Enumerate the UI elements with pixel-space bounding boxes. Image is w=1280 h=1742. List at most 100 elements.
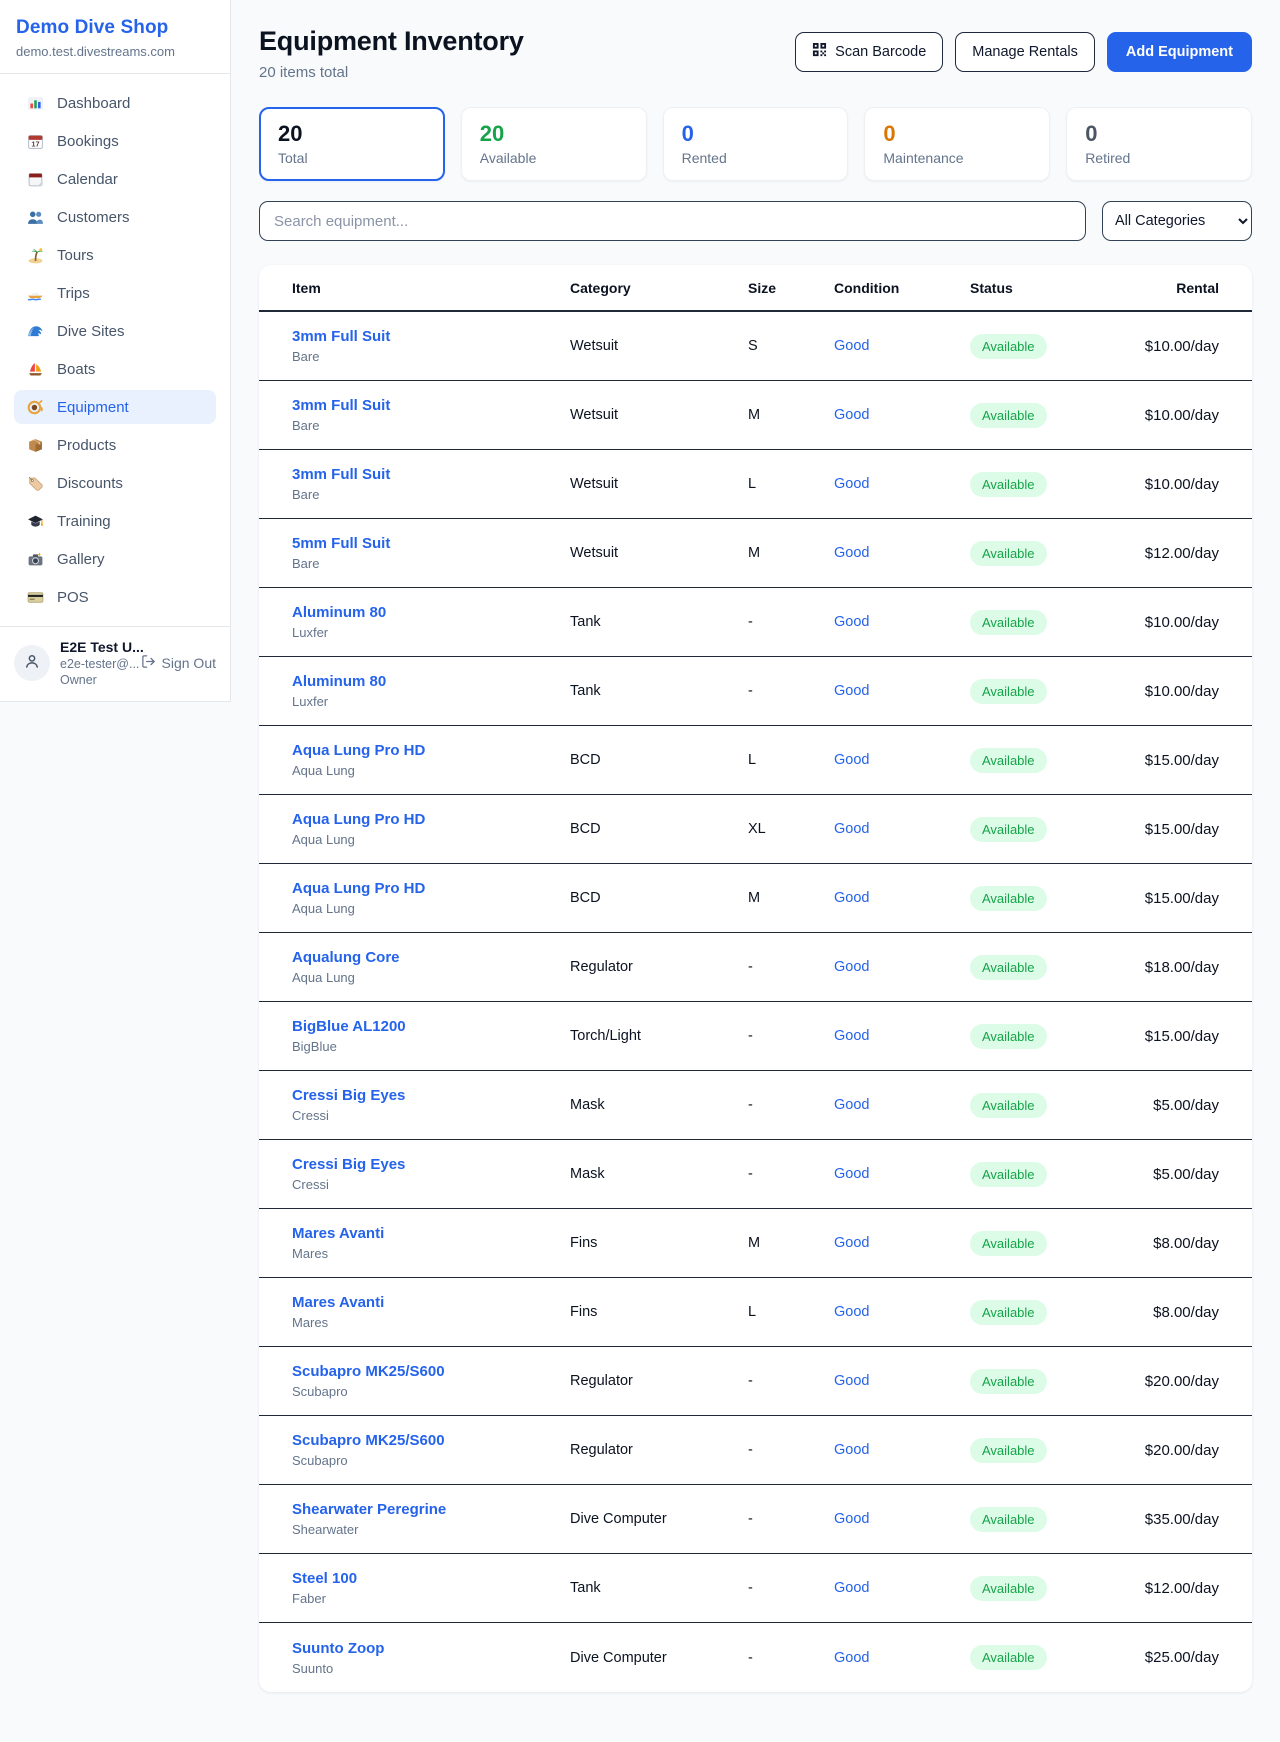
- item-name-link[interactable]: Scubapro MK25/S600: [292, 1363, 570, 1380]
- rental-cell: $10.00/day: [1112, 683, 1219, 700]
- rental-cell: $12.00/day: [1112, 1580, 1219, 1597]
- status-badge: Available: [970, 541, 1047, 566]
- condition-link[interactable]: Good: [834, 1235, 970, 1251]
- sidebar-item-products[interactable]: Products: [14, 428, 216, 462]
- stat-card-retired[interactable]: 0 Retired: [1066, 107, 1252, 181]
- item-name-link[interactable]: 3mm Full Suit: [292, 397, 570, 414]
- scan-barcode-button[interactable]: Scan Barcode: [795, 32, 943, 72]
- credit-card-icon: [26, 588, 44, 606]
- condition-link[interactable]: Good: [834, 1650, 970, 1666]
- barcode-scan-icon: [812, 42, 827, 62]
- condition-link[interactable]: Good: [834, 821, 970, 837]
- search-input[interactable]: [259, 201, 1086, 241]
- item-brand: Aqua Lung: [292, 763, 570, 778]
- condition-link[interactable]: Good: [834, 1097, 970, 1113]
- bar-chart-icon: [26, 94, 44, 112]
- sidebar-item-pos[interactable]: POS: [14, 580, 216, 614]
- condition-link[interactable]: Good: [834, 1442, 970, 1458]
- condition-link[interactable]: Good: [834, 1166, 970, 1182]
- logout-icon: [141, 654, 156, 672]
- sidebar-item-dive-sites[interactable]: Dive Sites: [14, 314, 216, 348]
- sidebar-item-trips[interactable]: Trips: [14, 276, 216, 310]
- item-name-link[interactable]: Aqualung Core: [292, 949, 570, 966]
- condition-link[interactable]: Good: [834, 476, 970, 492]
- stat-card-rented[interactable]: 0 Rented: [663, 107, 849, 181]
- rental-cell: $10.00/day: [1112, 407, 1219, 424]
- add-equipment-button[interactable]: Add Equipment: [1107, 32, 1252, 72]
- status-badge: Available: [970, 955, 1047, 980]
- condition-link[interactable]: Good: [834, 752, 970, 768]
- sidebar-item-training[interactable]: Training: [14, 504, 216, 538]
- condition-link[interactable]: Good: [834, 1580, 970, 1596]
- sidebar-item-calendar[interactable]: Calendar: [14, 162, 216, 196]
- item-name-link[interactable]: 5mm Full Suit: [292, 535, 570, 552]
- condition-link[interactable]: Good: [834, 890, 970, 906]
- stat-value: 0: [682, 121, 830, 147]
- user-section: E2E Test U... e2e-tester@... Owner Sign …: [0, 626, 230, 701]
- condition-link[interactable]: Good: [834, 1028, 970, 1044]
- condition-link[interactable]: Good: [834, 338, 970, 354]
- item-name-link[interactable]: Suunto Zoop: [292, 1640, 570, 1657]
- item-name-link[interactable]: Aluminum 80: [292, 673, 570, 690]
- sidebar-item-customers[interactable]: Customers: [14, 200, 216, 234]
- sidebar-item-discounts[interactable]: Discounts: [14, 466, 216, 500]
- size-cell: -: [748, 1097, 834, 1113]
- page-title: Equipment Inventory: [259, 26, 524, 57]
- status-badge: Available: [970, 1093, 1047, 1118]
- item-brand: Bare: [292, 349, 570, 364]
- category-select[interactable]: All Categories: [1102, 201, 1252, 241]
- item-name-link[interactable]: Aqua Lung Pro HD: [292, 880, 570, 897]
- stats-row: 20 Total 20 Available 0 Rented 0 Mainten…: [259, 107, 1252, 181]
- table-row: Cressi Big Eyes Cressi Mask - Good Avail…: [259, 1140, 1252, 1209]
- sidebar-item-dashboard[interactable]: Dashboard: [14, 86, 216, 120]
- sidebar-item-gallery[interactable]: Gallery: [14, 542, 216, 576]
- sidebar-item-label: Trips: [57, 285, 90, 302]
- sidebar-item-bookings[interactable]: 17 Bookings: [14, 124, 216, 158]
- item-brand: Luxfer: [292, 694, 570, 709]
- condition-link[interactable]: Good: [834, 959, 970, 975]
- table-row: Cressi Big Eyes Cressi Mask - Good Avail…: [259, 1071, 1252, 1140]
- status-cell: Available: [970, 1645, 1112, 1670]
- sign-out-button[interactable]: Sign Out: [141, 654, 216, 672]
- sidebar-item-boats[interactable]: Boats: [14, 352, 216, 386]
- size-cell: XL: [748, 821, 834, 837]
- item-name-link[interactable]: Aqua Lung Pro HD: [292, 811, 570, 828]
- item-name-link[interactable]: Aluminum 80: [292, 604, 570, 621]
- condition-link[interactable]: Good: [834, 1373, 970, 1389]
- condition-link[interactable]: Good: [834, 407, 970, 423]
- category-cell: Dive Computer: [570, 1511, 748, 1527]
- item-name-link[interactable]: Cressi Big Eyes: [292, 1087, 570, 1104]
- stat-card-total[interactable]: 20 Total: [259, 107, 445, 181]
- condition-link[interactable]: Good: [834, 545, 970, 561]
- item-name-link[interactable]: Aqua Lung Pro HD: [292, 742, 570, 759]
- item-brand: Suunto: [292, 1661, 570, 1676]
- sidebar-item-equipment[interactable]: Equipment: [14, 390, 216, 424]
- condition-link[interactable]: Good: [834, 614, 970, 630]
- item-name-link[interactable]: Scubapro MK25/S600: [292, 1432, 570, 1449]
- item-name-link[interactable]: 3mm Full Suit: [292, 328, 570, 345]
- manage-rentals-button[interactable]: Manage Rentals: [955, 32, 1095, 72]
- condition-link[interactable]: Good: [834, 1511, 970, 1527]
- table-row: 3mm Full Suit Bare Wetsuit S Good Availa…: [259, 312, 1252, 381]
- size-cell: -: [748, 1373, 834, 1389]
- size-cell: -: [748, 1442, 834, 1458]
- item-name-link[interactable]: Steel 100: [292, 1570, 570, 1587]
- status-cell: Available: [970, 610, 1112, 635]
- item-name-link[interactable]: Mares Avanti: [292, 1294, 570, 1311]
- item-name-link[interactable]: Mares Avanti: [292, 1225, 570, 1242]
- header-actions: Scan Barcode Manage Rentals Add Equipmen…: [795, 32, 1252, 72]
- status-cell: Available: [970, 886, 1112, 911]
- size-cell: M: [748, 545, 834, 561]
- stat-card-available[interactable]: 20 Available: [461, 107, 647, 181]
- item-name-link[interactable]: BigBlue AL1200: [292, 1018, 570, 1035]
- condition-link[interactable]: Good: [834, 1304, 970, 1320]
- stat-card-maintenance[interactable]: 0 Maintenance: [864, 107, 1050, 181]
- item-name-link[interactable]: Shearwater Peregrine: [292, 1501, 570, 1518]
- brand-name[interactable]: Demo Dive Shop: [16, 17, 214, 39]
- item-name-link[interactable]: Cressi Big Eyes: [292, 1156, 570, 1173]
- condition-link[interactable]: Good: [834, 683, 970, 699]
- rental-cell: $18.00/day: [1112, 959, 1219, 976]
- item-name-link[interactable]: 3mm Full Suit: [292, 466, 570, 483]
- sidebar-item-tours[interactable]: Tours: [14, 238, 216, 272]
- table-row: Aqualung Core Aqua Lung Regulator - Good…: [259, 933, 1252, 1002]
